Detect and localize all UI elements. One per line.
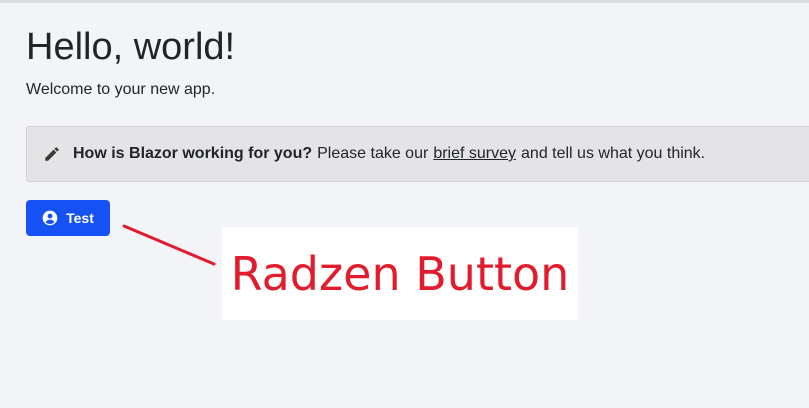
annotation-label-box: Radzen Button [222, 228, 578, 320]
survey-text-before: Please take our [317, 145, 429, 162]
survey-question: How is Blazor working for you? [73, 145, 313, 162]
account-circle-icon [42, 210, 58, 226]
survey-text-after: and tell us what you think. [521, 145, 706, 162]
annotation-label: Radzen Button [230, 247, 570, 301]
top-border [0, 0, 809, 3]
test-button-label: Test [66, 210, 94, 226]
page-subtitle: Welcome to your new app. [26, 81, 216, 98]
survey-link[interactable]: brief survey [433, 145, 516, 163]
pencil-icon [43, 145, 61, 163]
survey-prompt: How is Blazor working for you? Please ta… [26, 126, 809, 182]
main-content: Hello, world! Welcome to your new app. H… [26, 24, 809, 236]
page-title: Hello, world! [26, 26, 236, 68]
test-button[interactable]: Test [26, 200, 110, 236]
